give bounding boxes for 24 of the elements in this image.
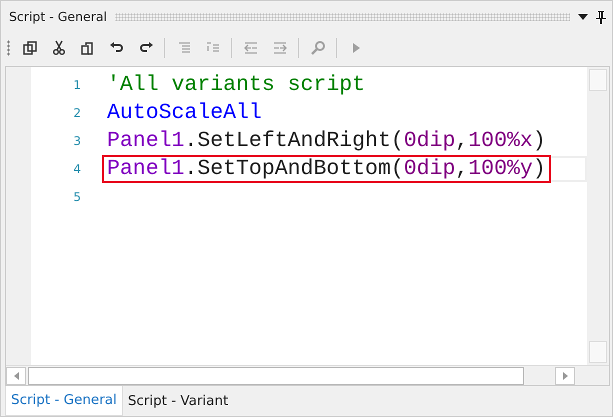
- panel-title: Script - General: [9, 8, 107, 26]
- code-line: Panel1.SetLeftAndRight(0dip,100%x): [107, 129, 546, 153]
- left-arrow-icon: [14, 372, 18, 380]
- cut-icon[interactable]: [50, 40, 66, 56]
- pin-icon[interactable]: [596, 10, 606, 24]
- scroll-right-button[interactable]: [555, 366, 575, 384]
- line-number: 5: [72, 189, 81, 206]
- line-number: 4: [72, 161, 81, 178]
- dropdown-icon[interactable]: [578, 14, 588, 20]
- code-line: AutoScaleAll: [107, 101, 262, 125]
- scroll-down-button[interactable]: [589, 341, 607, 363]
- paste-icon[interactable]: [80, 40, 96, 56]
- line-number: 3: [72, 133, 81, 150]
- code-line: 'All variants script: [107, 73, 366, 97]
- tab[interactable]: Script - Variant: [122, 386, 234, 416]
- scroll-left-button[interactable]: [6, 366, 26, 384]
- tab[interactable]: Script - General: [5, 386, 123, 416]
- scrollbar-thumb[interactable]: [28, 366, 524, 384]
- line-number: 1: [72, 77, 81, 94]
- copy-icon[interactable]: [22, 40, 38, 56]
- drag-handle[interactable]: [114, 13, 570, 21]
- scroll-up-button[interactable]: [589, 69, 607, 91]
- line-number: 2: [72, 105, 81, 122]
- right-arrow-icon: [562, 372, 568, 380]
